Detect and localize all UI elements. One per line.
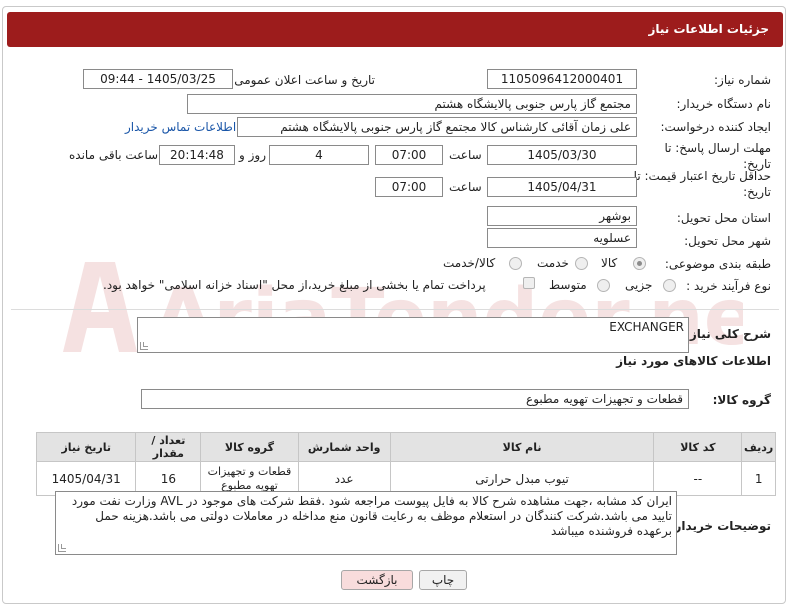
buyer-org-label: نام دستگاه خریدار: (676, 97, 772, 111)
price-validity-date: 1405/04/31 (487, 177, 637, 197)
goods-section-title: اطلاعات کالاهای مورد نیاز (616, 354, 771, 368)
col-row: ردیف (741, 432, 776, 462)
summary-textarea[interactable]: EXCHANGER (137, 317, 689, 353)
process-radio-minor[interactable] (663, 279, 676, 292)
city-label: شهر محل تحویل: (684, 234, 771, 248)
process-type-label: نوع فرآیند خرید : (686, 279, 771, 293)
category-radio-service[interactable] (575, 257, 588, 270)
goods-group-label: گروه کالا: (712, 393, 771, 407)
need-number-field: 1105096412000401 (487, 69, 637, 89)
requester-field: علی زمان آقائی کارشناس کالا مجتمع گاز پا… (237, 117, 637, 137)
category-option-goods: کالا (601, 256, 618, 270)
col-date: تاریخ نیاز (35, 432, 137, 462)
col-unit: واحد شمارش (297, 432, 391, 462)
summary-label: شرح کلی نیاز: (685, 327, 771, 341)
process-option-medium: متوسط (549, 278, 587, 292)
price-validity-label: حداقل تاریخ اعتبار قیمت: تا تاریخ: (633, 169, 771, 199)
category-radio-goods-service[interactable] (509, 257, 522, 270)
buyer-notes-text: ایران کد مشابه ،جهت مشاهده شرح کالا به ف… (71, 494, 672, 538)
table-header-row: ردیف کد کالا نام کالا واحد شمارش گروه کا… (35, 432, 776, 462)
reply-deadline-time: 07:00 (375, 145, 443, 165)
goods-group-field: قطعات و تجهیزات تهویه مطبوع (141, 389, 689, 409)
process-option-minor: جزیی (625, 278, 653, 292)
reply-days-field: 4 (269, 145, 369, 165)
announce-datetime-field: 1405/03/25 - 09:44 (83, 69, 233, 89)
treasury-payment-note: پرداخت تمام یا بخشی از مبلغ خرید،از محل … (103, 278, 486, 292)
buyer-org-field: مجتمع گاز پارس جنوبی پالایشگاه هشتم (187, 94, 637, 114)
process-radio-medium[interactable] (597, 279, 610, 292)
divider (11, 309, 779, 310)
reply-deadline-date: 1405/03/30 (487, 145, 637, 165)
cell-row: 1 (741, 461, 776, 496)
requester-label: ایجاد کننده درخواست: (660, 120, 771, 134)
treasury-payment-checkbox[interactable] (523, 277, 535, 289)
remaining-time-field: 20:14:48 (159, 145, 235, 165)
province-field: بوشهر (487, 206, 637, 226)
price-validity-time-label: ساعت (449, 180, 482, 194)
province-label: استان محل تحویل: (676, 211, 771, 225)
announce-datetime-label: تاریخ و ساعت اعلان عمومی: (230, 73, 375, 87)
need-number-label: شماره نیاز: (714, 73, 771, 87)
col-group: گروه کالا (200, 432, 299, 462)
reply-days-label: روز و (239, 148, 266, 162)
col-code: کد کالا (653, 432, 743, 462)
category-label: طبقه بندی موضوعی: (664, 257, 771, 271)
print-button[interactable]: چاپ (419, 570, 467, 590)
buyer-contact-link[interactable]: اطلاعات تماس خریدار (125, 120, 236, 134)
reply-deadline-time-label: ساعت (449, 148, 482, 162)
category-radio-goods[interactable] (633, 257, 646, 270)
back-button[interactable]: بازگشت (341, 570, 413, 590)
items-table: ردیف کد کالا نام کالا واحد شمارش گروه کا… (35, 432, 776, 496)
buyer-notes-textarea[interactable]: ایران کد مشابه ،جهت مشاهده شرح کالا به ف… (55, 491, 677, 555)
category-option-goods-service: کالا/خدمت (443, 256, 496, 270)
remaining-time-label: ساعت باقی مانده (69, 148, 159, 162)
resize-grip-icon[interactable] (140, 342, 148, 350)
buyer-notes-label: توضیحات خریدار: (669, 519, 771, 533)
summary-text: EXCHANGER (609, 320, 684, 334)
city-field: عسلویه (487, 228, 637, 248)
resize-grip-icon[interactable] (58, 544, 66, 552)
col-name: نام کالا (389, 432, 655, 462)
need-details-panel: جزئیات اطلاعات نیاز AriaTender.neT شماره… (2, 6, 786, 604)
col-qty: تعداد / مقدار (135, 432, 202, 462)
panel-header: جزئیات اطلاعات نیاز (7, 12, 783, 47)
category-option-service: خدمت (537, 256, 569, 270)
price-validity-time: 07:00 (375, 177, 443, 197)
